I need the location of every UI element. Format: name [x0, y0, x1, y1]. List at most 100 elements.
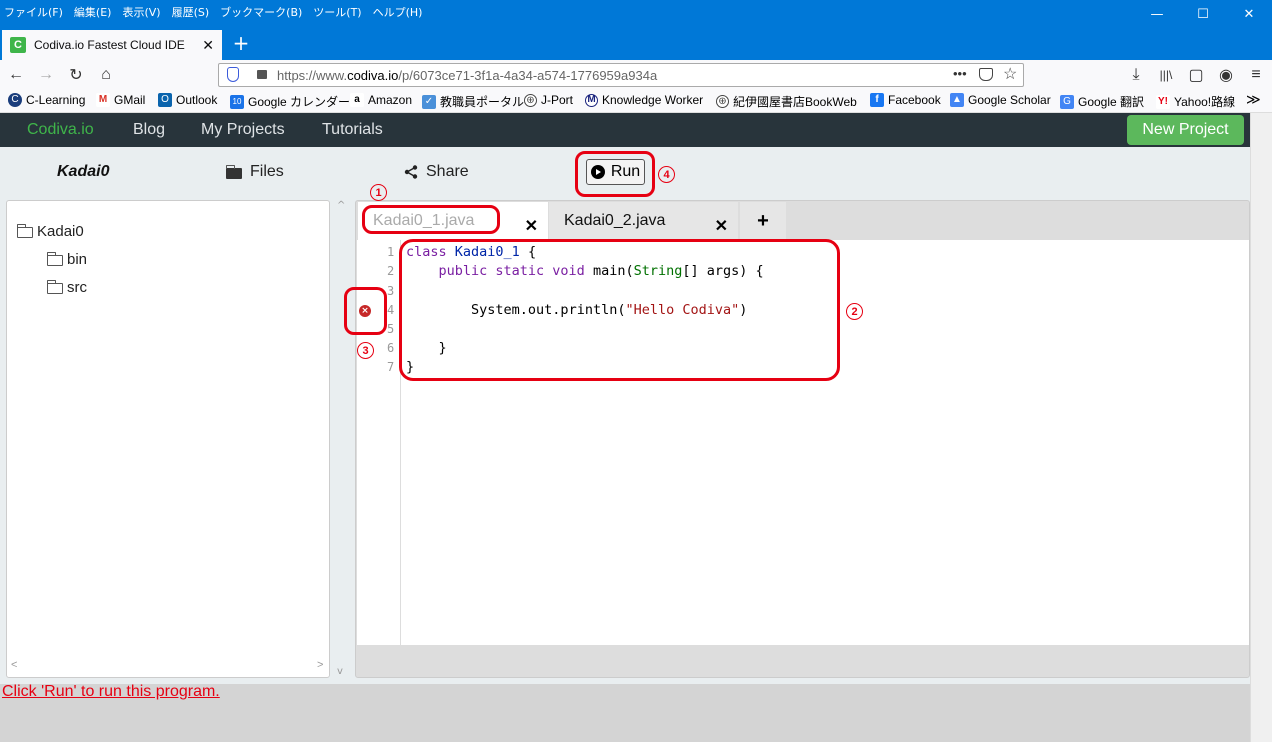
maximize-button[interactable]: ☐ [1180, 0, 1226, 28]
menu-view[interactable]: 表示(V) [122, 4, 160, 20]
tracking-shield-icon[interactable] [227, 67, 239, 82]
files-label: Files [250, 163, 284, 180]
bookmark-label: Knowledge Worker [602, 93, 704, 107]
home-icon[interactable]: ⌂ [94, 63, 118, 87]
calendar-icon: 10 [230, 94, 244, 109]
scholar-icon: ▲ [950, 93, 964, 107]
menu-bar: ファイル(F) 編集(E) 表示(V) 履歴(S) ブックマーク(B) ツール(… [4, 4, 422, 20]
minimize-button[interactable]: — [1134, 0, 1180, 28]
add-file-tab-button[interactable]: + [740, 202, 786, 240]
bookmark-label: J-Port [541, 93, 574, 107]
new-project-button[interactable]: New Project [1127, 115, 1244, 145]
status-message[interactable]: Click 'Run' to run this program. [2, 683, 220, 701]
bookmarks-overflow-icon[interactable]: ≫ [1246, 91, 1261, 108]
menu-edit[interactable]: 編集(E) [74, 4, 112, 20]
close-tab-icon[interactable]: ✕ [202, 37, 214, 54]
folder-icon [46, 252, 63, 266]
annotation-box-2 [399, 239, 840, 381]
bookmark-label: Google Scholar [968, 93, 1051, 107]
vscroll-down-arrow[interactable]: v [337, 666, 343, 677]
bookmark-gmail[interactable]: M GMail [96, 93, 145, 107]
bookmark-label: Google 翻訳 [1078, 95, 1145, 109]
bookmark-portal[interactable]: ✓ 教職員ポータル [422, 93, 524, 110]
nav-tutorials[interactable]: Tutorials [322, 121, 383, 139]
url-bar[interactable]: https://www.codiva.io/p/6073ce71-3f1a-4a… [218, 63, 1024, 87]
bookmark-amazon[interactable]: a Amazon [350, 93, 412, 107]
tree-folder-label: src [67, 279, 87, 296]
share-button[interactable]: Share [404, 163, 469, 181]
share-label: Share [426, 163, 469, 180]
yahoo-icon: Y! [1156, 94, 1170, 109]
folder-icon [46, 280, 63, 294]
download-icon[interactable]: ⤓ [1124, 63, 1148, 87]
vscroll-up-arrow[interactable]: ^ [337, 200, 345, 211]
tree-folder-label: bin [67, 251, 88, 268]
account-icon[interactable]: ◉ [1214, 63, 1238, 87]
bookmark-clearning[interactable]: C C-Learning [8, 93, 85, 107]
close-window-button[interactable]: ✕ [1226, 0, 1272, 28]
hscroll-left-arrow[interactable]: < [11, 659, 17, 671]
lock-icon[interactable] [257, 70, 267, 79]
tree-folder-src[interactable]: src [46, 279, 87, 296]
globe-icon: ⊕ [524, 93, 537, 107]
menu-history[interactable]: 履歴(S) [172, 4, 210, 20]
editor-tab-kadai0-2[interactable]: Kadai0_2.java ✕ [549, 202, 738, 240]
page-vscrollbar[interactable] [1250, 113, 1272, 742]
bookmark-jport[interactable]: ⊕ J-Port [524, 93, 573, 107]
library-icon[interactable]: |||\ [1154, 63, 1178, 87]
new-tab-button[interactable]: + [228, 30, 254, 56]
bookmarks-toolbar: C C-Learning M GMail O Outlook 10 Google カレン… [0, 90, 1272, 113]
bookmark-label: Facebook [888, 93, 941, 107]
bookmark-yahoo-route[interactable]: Y! Yahoo!路線 [1156, 93, 1235, 110]
line-number: 5 [387, 322, 395, 336]
pocket-icon[interactable] [979, 68, 993, 81]
outlook-icon: O [158, 93, 172, 107]
bookmark-knowledge-worker[interactable]: M Knowledge Worker [585, 93, 703, 107]
tree-root-label: Kadai0 [37, 223, 84, 240]
bookmark-star-icon[interactable]: ☆ [1003, 64, 1017, 84]
bookmark-label: Google カレンダー [248, 95, 351, 109]
url-prefix: https://www. [277, 67, 348, 83]
annotation-box-3 [344, 287, 387, 335]
close-editor-tab-icon[interactable]: ✕ [715, 216, 728, 236]
tree-root-folder[interactable]: Kadai0 [16, 223, 84, 240]
back-arrow-icon[interactable]: ← [4, 63, 28, 87]
sidebar-icon[interactable]: ▢ [1184, 63, 1208, 87]
bookmark-google-translate[interactable]: G Google 翻訳 [1060, 93, 1144, 110]
bookmark-label: Outlook [176, 93, 218, 107]
menu-tools[interactable]: ツール(T) [313, 4, 361, 20]
tree-folder-bin[interactable]: bin [46, 251, 88, 268]
bookmark-google-scholar[interactable]: ▲ Google Scholar [950, 93, 1051, 107]
menu-bookmarks[interactable]: ブックマーク(B) [220, 4, 302, 20]
annotation-label-4: 4 [658, 166, 675, 183]
globe-icon: ⊕ [716, 95, 729, 108]
forward-arrow-icon[interactable]: → [34, 63, 58, 87]
app-navbar: Codiva.io Blog My Projects Tutorials New… [0, 113, 1250, 147]
browser-tab-title: Codiva.io Fastest Cloud IDE [34, 38, 185, 52]
line-number: 4 [387, 303, 395, 317]
browser-tab-strip: C Codiva.io Fastest Cloud IDE ✕ [0, 28, 1272, 60]
browser-tab-codiva[interactable]: C Codiva.io Fastest Cloud IDE ✕ [2, 30, 222, 60]
line-number: 6 [387, 341, 395, 355]
line-number: 2 [387, 264, 395, 278]
reload-icon[interactable]: ↻ [64, 63, 88, 87]
files-button[interactable]: Files [225, 163, 284, 181]
project-name: Kadai0 [57, 163, 110, 180]
hamburger-menu-icon[interactable]: ≡ [1244, 63, 1268, 87]
hscroll-right-arrow[interactable]: > [317, 659, 323, 671]
bookmark-facebook[interactable]: f Facebook [870, 93, 941, 107]
page-actions-icon[interactable]: ••• [953, 66, 967, 81]
brand-logo[interactable]: Codiva.io [27, 121, 94, 139]
editor-tab-label: Kadai0_2.java [564, 212, 666, 229]
menu-help[interactable]: ヘルプ(H) [373, 4, 423, 20]
file-tree-vscrollbar[interactable]: ^ v [334, 200, 348, 680]
nav-blog[interactable]: Blog [133, 121, 165, 139]
bookmark-google-calendar[interactable]: 10 Google カレンダー [230, 93, 350, 110]
nav-my-projects[interactable]: My Projects [201, 121, 285, 139]
menu-file[interactable]: ファイル(F) [4, 4, 63, 20]
close-editor-tab-icon[interactable]: ✕ [525, 216, 538, 236]
bookmark-label: 紀伊國屋書店BookWeb [733, 95, 857, 109]
bookmark-kinokuniya[interactable]: ⊕ 紀伊國屋書店BookWeb [716, 93, 857, 110]
bookmark-outlook[interactable]: O Outlook [158, 93, 217, 107]
folder-open-icon [16, 224, 33, 238]
